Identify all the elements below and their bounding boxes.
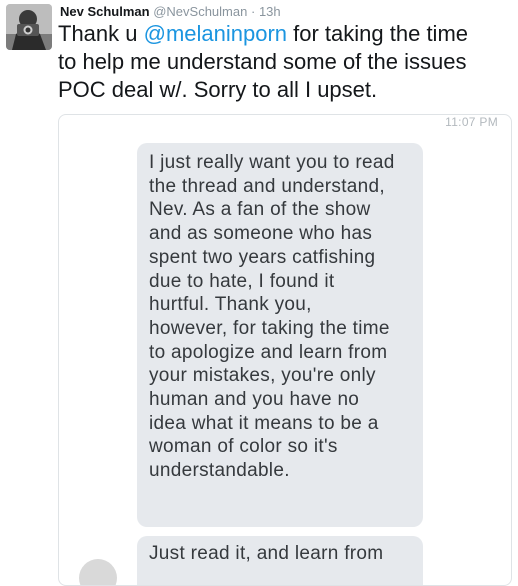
avatar-photo-icon (6, 4, 52, 50)
tweet-text-line1-rest: for taking the time (287, 21, 469, 46)
tweet-text-line2: to help me understand some of the issues (58, 49, 467, 74)
message-bubble: Just read it, and learn from (137, 536, 423, 585)
tweet: Nev Schulman @NevSchulman · 13h Thank u … (0, 0, 518, 586)
message-line: the thread and understand, (149, 175, 385, 197)
header-separator: · (250, 4, 256, 19)
tweet-header: Nev Schulman @NevSchulman · 13h (60, 4, 281, 20)
message-line: Just read it, and learn from (149, 543, 384, 564)
message-line: woman of color so it's (149, 436, 338, 458)
author-name[interactable]: Nev Schulman (60, 4, 150, 19)
author-handle[interactable]: @NevSchulman (153, 4, 247, 19)
attached-screenshot[interactable]: 11:07 PM I just really want you to read … (58, 114, 512, 586)
message-line: idea what it means to be a (149, 412, 379, 434)
message-line: to apologize and learn from (149, 341, 388, 363)
message-line: however, for taking the time (149, 317, 390, 339)
message-line: spent two years catfishing (149, 246, 376, 268)
message-line: due to hate, I found it (149, 270, 335, 292)
tweet-text-line3: POC deal w/. Sorry to all I upset. (58, 77, 378, 102)
message-bubble: I just really want you to read the threa… (137, 143, 423, 527)
author-avatar[interactable] (6, 4, 52, 50)
message-timestamp: 11:07 PM (445, 115, 498, 129)
tweet-timestamp[interactable]: 13h (259, 4, 281, 19)
tweet-text-start: Thank u (58, 21, 144, 46)
message-line: I just really want you to read (149, 152, 395, 173)
tweet-text: Thank u @melaninporn for taking the time… (58, 20, 513, 104)
message-line: human and you have no (149, 389, 360, 411)
sender-avatar (79, 559, 117, 585)
message-line: your mistakes, you're only (149, 365, 376, 387)
message-line: understandable. (149, 460, 290, 482)
message-line: hurtful. Thank you, (149, 294, 312, 316)
message-line: Nev. As a fan of the show (149, 199, 371, 221)
message-line: and as someone who has (149, 223, 373, 245)
mention-link[interactable]: @melaninporn (144, 21, 287, 46)
